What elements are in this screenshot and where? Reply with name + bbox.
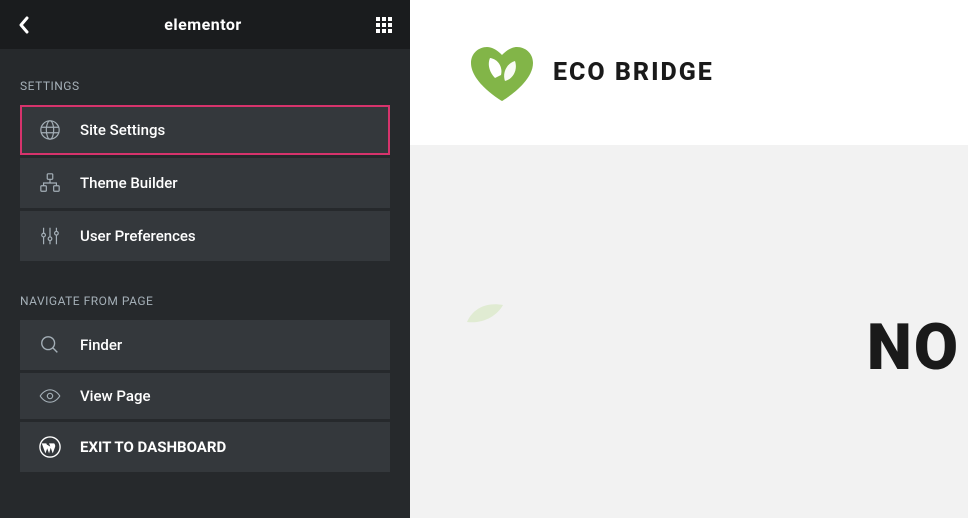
preview-area: ECO BRIDGE NO	[410, 0, 968, 518]
menu-item-label: View Page	[80, 387, 151, 405]
section-label-settings: SETTINGS	[0, 49, 410, 105]
menu-item-exit-to-dashboard[interactable]: EXIT TO DASHBOARD	[20, 422, 390, 472]
eye-icon	[38, 388, 62, 404]
leaf-decoration-icon	[465, 300, 505, 324]
navigate-menu-list: Finder View Page EXIT TO DASHBOARD	[0, 320, 410, 475]
preview-body: NO	[410, 145, 968, 518]
menu-item-finder[interactable]: Finder	[20, 320, 390, 370]
header-title: elementor	[164, 15, 242, 34]
preview-header: ECO BRIDGE	[410, 0, 968, 145]
sidebar-header: elementor	[0, 0, 410, 49]
back-button[interactable]	[18, 16, 30, 34]
menu-item-user-preferences[interactable]: User Preferences	[20, 211, 390, 261]
chevron-left-icon	[18, 16, 30, 34]
site-logo-text: ECO BRIDGE	[553, 58, 714, 87]
menu-item-label: EXIT TO DASHBOARD	[80, 438, 226, 456]
menu-item-theme-builder[interactable]: Theme Builder	[20, 158, 390, 208]
menu-item-label: Theme Builder	[80, 174, 178, 192]
apps-grid-icon	[376, 17, 392, 33]
menu-item-view-page[interactable]: View Page	[20, 373, 390, 419]
site-logo: ECO BRIDGE	[465, 43, 714, 103]
apps-button[interactable]	[376, 17, 392, 33]
settings-menu-list: Site Settings Theme Builder	[0, 105, 410, 264]
wordpress-icon	[38, 436, 62, 458]
heart-leaf-icon	[465, 43, 539, 103]
preferences-sliders-icon	[38, 225, 62, 247]
menu-item-label: Site Settings	[80, 121, 165, 139]
theme-builder-icon	[38, 172, 62, 194]
elementor-sidebar: elementor SETTINGS	[0, 0, 410, 518]
preview-body-text: NO	[867, 310, 960, 385]
section-label-navigate: NAVIGATE FROM PAGE	[0, 264, 410, 320]
menu-item-site-settings[interactable]: Site Settings	[20, 105, 390, 155]
search-icon	[38, 334, 62, 356]
menu-item-label: User Preferences	[80, 227, 196, 245]
globe-icon	[38, 119, 62, 141]
menu-item-label: Finder	[80, 336, 122, 354]
